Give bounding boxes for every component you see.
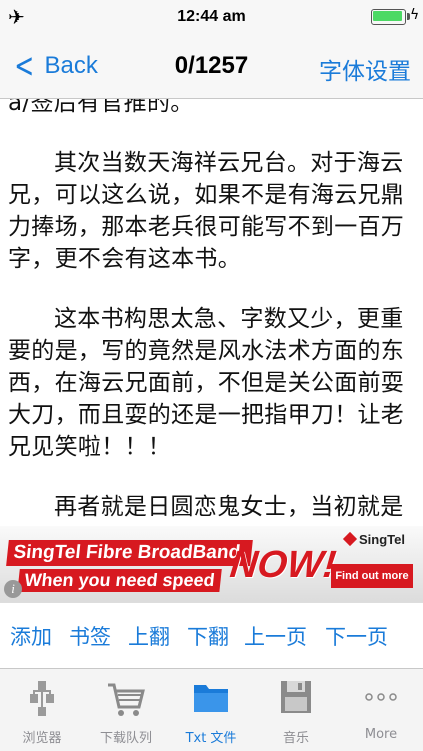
- status-bar: ✈ 12:44 am ϟ: [0, 0, 423, 34]
- ad-headline: SingTel Fibre BroadBand. When you need s…: [3, 540, 338, 594]
- ad-now: NOW!: [228, 544, 338, 586]
- more-dots-icon: [365, 693, 397, 701]
- tab-browser[interactable]: 浏览器: [0, 669, 84, 751]
- ad-banner[interactable]: SingTel Fibre BroadBand. When you need s…: [0, 526, 423, 602]
- scroll-up-button[interactable]: 上翻: [128, 621, 170, 651]
- ad-line-1: SingTel Fibre BroadBand.: [6, 540, 253, 566]
- tab-download-queue[interactable]: 下载队列: [84, 669, 168, 751]
- font-settings-button[interactable]: 字体设置: [319, 52, 411, 86]
- ad-find-out-more-button[interactable]: Find out more: [331, 564, 413, 588]
- tab-bar: 浏览器 下载队列 Txt 文件 音乐 More: [0, 668, 423, 751]
- tab-label: Txt 文件: [185, 731, 237, 746]
- folder-icon: [194, 685, 228, 712]
- back-button[interactable]: < Back: [10, 48, 98, 84]
- ad-brand-logo: SingTel: [342, 531, 405, 547]
- paragraph: 其次当数天海祥云兄台。对于海云兄，可以这么说，如果不是有海云兄鼎力捧场，那本老兵…: [8, 150, 405, 272]
- tab-music[interactable]: 音乐: [254, 669, 338, 751]
- add-button[interactable]: 添加: [10, 621, 52, 651]
- tab-label: 浏览器: [22, 731, 62, 746]
- bookmark-button[interactable]: 书签: [69, 621, 111, 651]
- ad-line-2: When you need speed: [17, 569, 222, 592]
- cart-icon: [108, 683, 145, 716]
- floppy-icon: [281, 681, 311, 713]
- tab-label: 下载队列: [99, 731, 152, 746]
- tab-label: 音乐: [282, 731, 309, 746]
- navigation-bar: < Back 0/1257 字体设置: [0, 34, 423, 99]
- reader-text-area[interactable]: a/签后有官推的。 其次当数天海祥云兄台。对于海云兄，可以这么说，如果不是有海云…: [0, 99, 423, 526]
- back-label: Back: [44, 52, 98, 79]
- paragraph: 这本书构思太急、字数又少，更重要的是，写的竟然是风水法术方面的东西，在海云兄面前…: [8, 306, 405, 460]
- status-time: 12:44 am: [177, 8, 246, 25]
- battery-charging-icon: ϟ: [371, 7, 419, 25]
- paragraph: a/签后有官推的。: [8, 99, 194, 116]
- paragraph: 再者就是日圆恋鬼女士，当初就是老: [54, 494, 404, 520]
- next-page-button[interactable]: 下一页: [325, 621, 388, 651]
- scroll-down-button[interactable]: 下翻: [187, 621, 229, 651]
- sitemap-icon: [30, 681, 54, 716]
- ad-brand-name: SingTel: [359, 532, 405, 547]
- tab-more[interactable]: More: [339, 669, 423, 751]
- ad-info-icon[interactable]: i: [4, 580, 22, 598]
- action-toolbar: 添加 书签 上翻 下翻 上一页 下一页: [0, 602, 423, 669]
- tab-label: More: [364, 727, 398, 742]
- tab-txt-files[interactable]: Txt 文件: [169, 669, 253, 751]
- singtel-logo-icon: [342, 531, 358, 547]
- previous-page-button[interactable]: 上一页: [244, 621, 307, 651]
- chevron-left-icon: <: [14, 46, 35, 86]
